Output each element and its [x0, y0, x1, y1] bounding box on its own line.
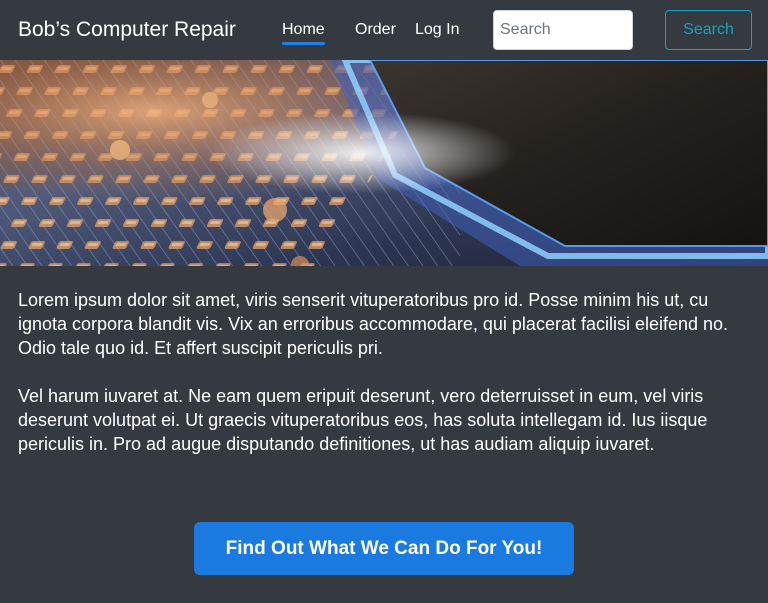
hero-image — [0, 60, 768, 266]
circuit-board-chip-image — [0, 60, 768, 266]
brand-link[interactable]: Bob’s Computer Repair — [18, 17, 236, 43]
nav-link-login[interactable]: Log In — [415, 20, 459, 40]
nav-link-home[interactable]: Home — [282, 20, 325, 45]
intro-paragraph-1: Lorem ipsum dolor sit amet, viris senser… — [18, 290, 729, 358]
cta-button[interactable]: Find Out What We Can Do For You! — [194, 522, 574, 575]
search-input[interactable] — [493, 10, 633, 50]
intro-paragraph-2: Vel harum iuvaret at. Ne eam quem eripui… — [18, 386, 708, 454]
main-content: Lorem ipsum dolor sit amet, viris senser… — [18, 288, 754, 480]
navbar: Bob’s Computer Repair Home Order Log In … — [0, 0, 768, 60]
nav-link-order[interactable]: Order — [355, 20, 396, 40]
search-button[interactable]: Search — [665, 10, 752, 50]
